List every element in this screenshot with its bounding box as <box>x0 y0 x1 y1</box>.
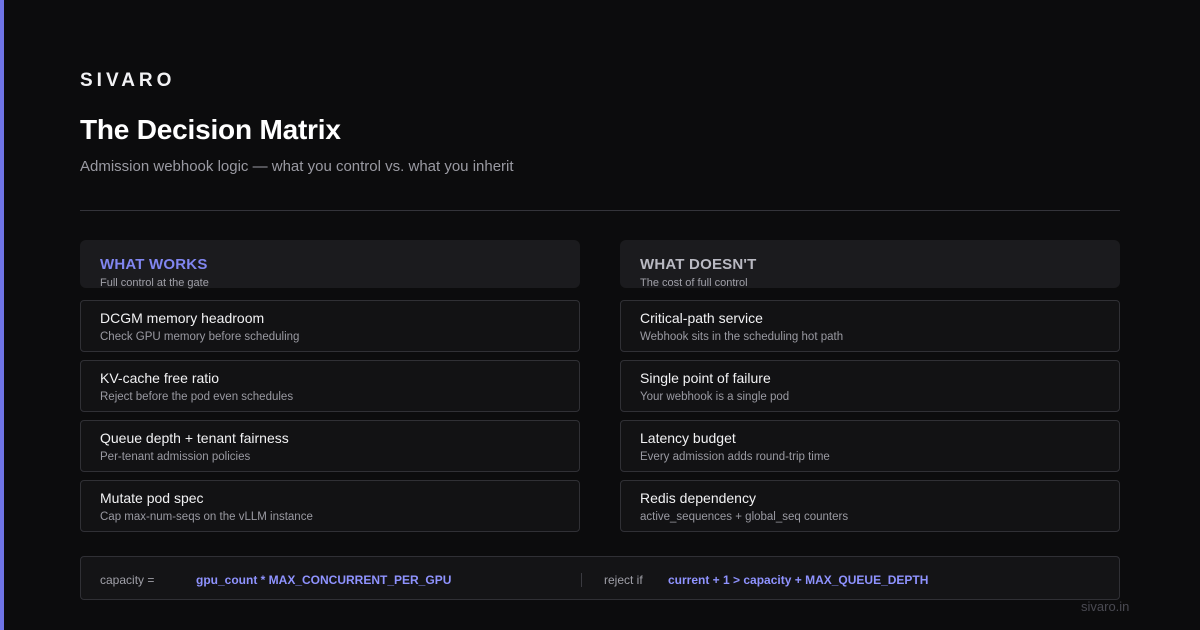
page-title: The Decision Matrix <box>80 114 341 145</box>
accent-bar <box>0 0 4 630</box>
works-card: Mutate pod spec Cap max-num-seqs on the … <box>80 480 580 532</box>
doesnt-heading: WHAT DOESN'T <box>640 256 757 273</box>
doesnt-list: Critical-path service Webhook sits in th… <box>620 300 1120 532</box>
card-description: Your webhook is a single pod <box>640 391 790 403</box>
doesnt-card: Critical-path service Webhook sits in th… <box>620 300 1120 352</box>
card-title: DCGM memory headroom <box>100 310 265 326</box>
card-description: Every admission adds round-trip time <box>640 451 830 463</box>
card-title: Critical-path service <box>640 310 763 326</box>
doesnt-card: Single point of failure Your webhook is … <box>620 360 1120 412</box>
page-subtitle: Admission webhook logic — what you contr… <box>80 158 514 175</box>
doesnt-column: WHAT DOESN'T The cost of full control Cr… <box>620 240 1120 540</box>
doesnt-subheading: The cost of full control <box>640 277 748 289</box>
doesnt-card: Redis dependency active_sequences + glob… <box>620 480 1120 532</box>
works-card: DCGM memory headroom Check GPU memory be… <box>80 300 580 352</box>
card-title: Single point of failure <box>640 370 771 386</box>
works-header: WHAT WORKS Full control at the gate <box>80 240 580 289</box>
brand-logo: SIVARO <box>80 70 176 91</box>
card-title: KV-cache free ratio <box>100 370 220 386</box>
works-card: Queue depth + tenant fairness Per-tenant… <box>80 420 580 472</box>
formula-bar: capacity = gpu_count * MAX_CONCURRENT_PE… <box>80 556 1120 600</box>
works-subheading: Full control at the gate <box>100 277 209 289</box>
works-heading: WHAT WORKS <box>100 256 208 273</box>
doesnt-card: Latency budget Every admission adds roun… <box>620 420 1120 472</box>
card-description: Cap max-num-seqs on the vLLM instance <box>100 511 313 523</box>
works-column: WHAT WORKS Full control at the gate DCGM… <box>80 240 580 540</box>
card-title: Redis dependency <box>640 490 756 506</box>
header-divider <box>80 210 1120 211</box>
card-description: Webhook sits in the scheduling hot path <box>640 331 844 343</box>
reject-expression: current + 1 > capacity + MAX_QUEUE_DEPTH <box>668 573 929 587</box>
card-title: Latency budget <box>640 430 736 446</box>
footer-url: sivaro.in <box>1081 599 1130 614</box>
card-title: Queue depth + tenant fairness <box>100 430 289 446</box>
works-list: DCGM memory headroom Check GPU memory be… <box>80 300 580 532</box>
capacity-expression: gpu_count * MAX_CONCURRENT_PER_GPU <box>196 573 452 587</box>
card-description: Per-tenant admission policies <box>100 451 251 463</box>
capacity-label: capacity = <box>100 573 155 587</box>
formula-separator <box>581 573 582 587</box>
card-title: Mutate pod spec <box>100 490 204 506</box>
card-description: active_sequences + global_seq counters <box>640 511 849 523</box>
card-description: Check GPU memory before scheduling <box>100 331 300 343</box>
works-card: KV-cache free ratio Reject before the po… <box>80 360 580 412</box>
doesnt-header: WHAT DOESN'T The cost of full control <box>620 240 1120 289</box>
card-description: Reject before the pod even schedules <box>100 391 294 403</box>
reject-label: reject if <box>604 573 643 587</box>
